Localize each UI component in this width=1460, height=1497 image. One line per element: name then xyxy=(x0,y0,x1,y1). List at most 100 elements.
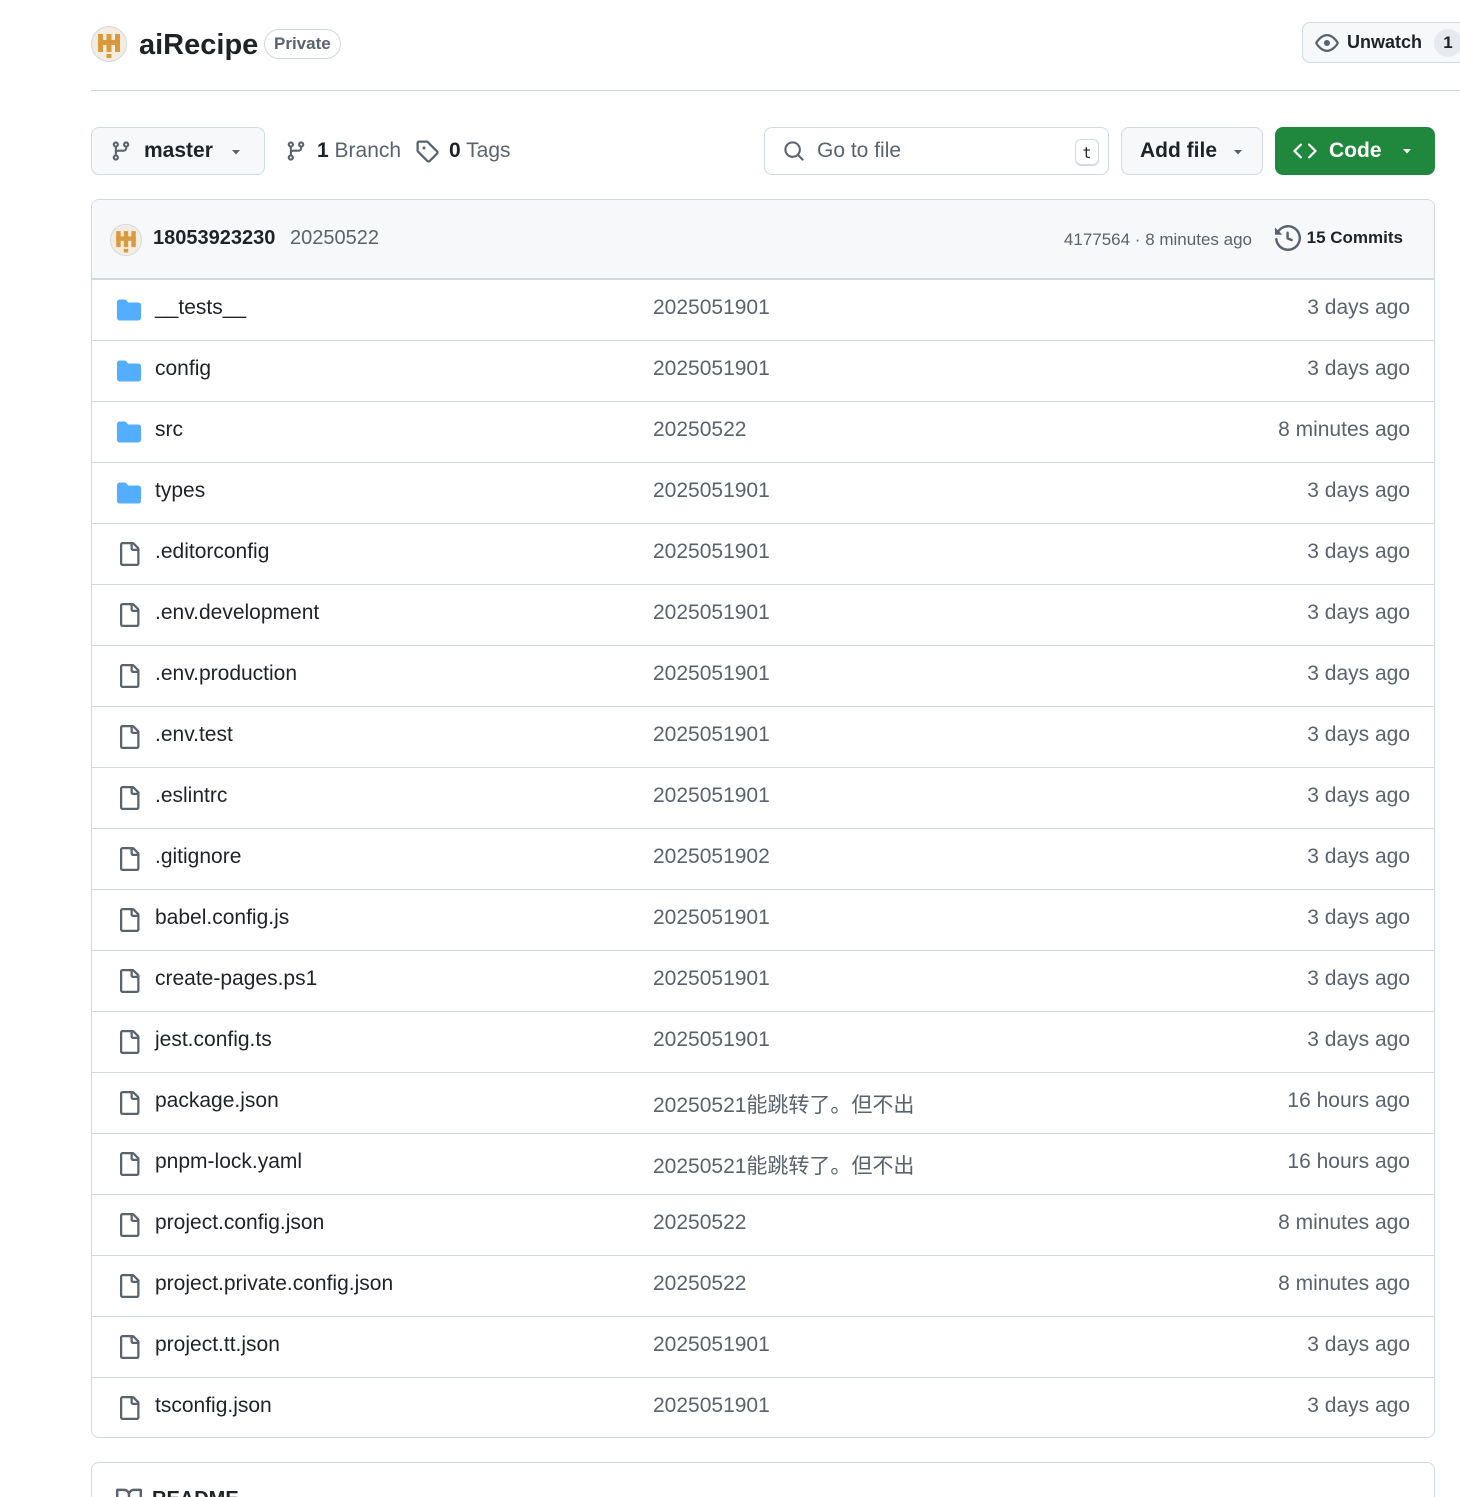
file-name-link[interactable]: .env.development xyxy=(155,601,319,625)
file-commit-message[interactable]: 2025051901 xyxy=(653,662,770,686)
file-commit-time: 3 days ago xyxy=(1307,357,1410,380)
file-commit-message[interactable]: 2025051901 xyxy=(653,967,770,991)
file-commit-message[interactable]: 2025051901 xyxy=(653,479,770,503)
file-commit-message[interactable]: 20250521能跳转了。但不出 xyxy=(653,1089,914,1119)
file-row[interactable]: pnpm-lock.yaml 20250521能跳转了。但不出 16 hours a… xyxy=(92,1133,1434,1194)
code-label: Code xyxy=(1329,139,1382,162)
readme-label[interactable]: README xyxy=(152,1488,239,1497)
file-commit-time: 3 days ago xyxy=(1307,967,1410,990)
file-row[interactable]: __tests__ 2025051901 3 days ago xyxy=(92,279,1434,340)
file-row[interactable]: src 20250522 8 minutes ago xyxy=(92,401,1434,462)
file-row[interactable]: tsconfig.json 2025051901 3 days ago xyxy=(92,1377,1434,1437)
latest-commit-bar: 18053923230 20250522 4177564 · 8 minutes… xyxy=(92,200,1434,279)
file-row[interactable]: create-pages.ps1 2025051901 3 days ago xyxy=(92,950,1434,1011)
file-name-link[interactable]: pnpm-lock.yaml xyxy=(155,1150,302,1174)
file-name-link[interactable]: babel.config.js xyxy=(155,906,289,930)
file-icon xyxy=(116,786,142,810)
file-commit-time: 3 days ago xyxy=(1307,845,1410,868)
file-name-link[interactable]: tsconfig.json xyxy=(155,1394,272,1418)
file-commit-message[interactable]: 2025051901 xyxy=(653,296,770,320)
file-name-link[interactable]: project.config.json xyxy=(155,1211,324,1235)
eye-icon xyxy=(1315,33,1339,52)
file-commit-message[interactable]: 2025051901 xyxy=(653,357,770,381)
unwatch-button[interactable]: Unwatch 1 xyxy=(1302,22,1460,63)
file-commit-message[interactable]: 20250522 xyxy=(653,1211,746,1235)
file-name-link[interactable]: project.tt.json xyxy=(155,1333,280,1357)
watch-count: 1 xyxy=(1434,28,1460,57)
file-commit-message[interactable]: 2025051901 xyxy=(653,601,770,625)
author-avatar[interactable] xyxy=(110,224,142,256)
caret-down-icon xyxy=(1234,150,1242,155)
file-commit-message[interactable]: 20250522 xyxy=(653,418,746,442)
file-icon xyxy=(116,1396,142,1420)
code-button[interactable]: Code xyxy=(1275,127,1435,175)
branch-select-button[interactable]: master xyxy=(91,127,265,175)
visibility-badge: Private xyxy=(264,29,341,59)
file-icon xyxy=(116,1213,142,1237)
file-row[interactable]: .env.test 2025051901 3 days ago xyxy=(92,706,1434,767)
file-row[interactable]: babel.config.js 2025051901 3 days ago xyxy=(92,889,1434,950)
file-name-link[interactable]: .gitignore xyxy=(155,845,241,869)
add-file-button[interactable]: Add file xyxy=(1121,127,1263,175)
file-name-link[interactable]: src xyxy=(155,418,183,442)
file-name-link[interactable]: .env.test xyxy=(155,723,233,747)
file-row[interactable]: .env.development 2025051901 3 days ago xyxy=(92,584,1434,645)
commit-author[interactable]: 18053923230 xyxy=(153,227,275,250)
file-row[interactable]: package.json 20250521能跳转了。但不出 16 hours ago xyxy=(92,1072,1434,1133)
git-branch-icon xyxy=(287,141,305,161)
file-row[interactable]: config 2025051901 3 days ago xyxy=(92,340,1434,401)
file-commit-message[interactable]: 20250522 xyxy=(653,1272,746,1296)
repo-name[interactable]: aiRecipe xyxy=(139,26,258,64)
commit-message[interactable]: 20250522 xyxy=(290,227,379,250)
file-row[interactable]: .eslintrc 2025051901 3 days ago xyxy=(92,767,1434,828)
file-name-link[interactable]: types xyxy=(155,479,205,503)
file-name-link[interactable]: create-pages.ps1 xyxy=(155,967,317,991)
file-name-link[interactable]: jest.config.ts xyxy=(155,1028,272,1052)
branch-count: 1 xyxy=(317,139,329,162)
file-commit-time: 3 days ago xyxy=(1307,906,1410,929)
file-row[interactable]: project.tt.json 2025051901 3 days ago xyxy=(92,1316,1434,1377)
file-name-link[interactable]: package.json xyxy=(155,1089,279,1113)
file-row[interactable]: .gitignore 2025051902 3 days ago xyxy=(92,828,1434,889)
tag-word: Tags xyxy=(466,139,511,162)
file-name-link[interactable]: .eslintrc xyxy=(155,784,227,808)
file-name-link[interactable]: __tests__ xyxy=(155,296,246,320)
file-commit-message[interactable]: 2025051902 xyxy=(653,845,770,869)
file-commit-message[interactable]: 2025051901 xyxy=(653,1394,770,1418)
file-name-link[interactable]: .editorconfig xyxy=(155,540,269,564)
commit-hash-time[interactable]: 4177564 · 8 minutes ago xyxy=(1064,230,1252,250)
file-icon xyxy=(116,1030,142,1054)
file-commit-time: 8 minutes ago xyxy=(1278,1272,1410,1295)
book-icon xyxy=(116,1488,142,1497)
file-commit-message[interactable]: 2025051901 xyxy=(653,906,770,930)
file-commit-message[interactable]: 2025051901 xyxy=(653,784,770,808)
file-row[interactable]: jest.config.ts 2025051901 3 days ago xyxy=(92,1011,1434,1072)
file-commit-message[interactable]: 2025051901 xyxy=(653,1333,770,1357)
go-to-file-input[interactable] xyxy=(817,139,1057,163)
file-commit-time: 3 days ago xyxy=(1307,1333,1410,1356)
file-name-link[interactable]: project.private.config.json xyxy=(155,1272,393,1296)
go-to-file-search[interactable]: t xyxy=(764,127,1109,175)
file-row[interactable]: .editorconfig 2025051901 3 days ago xyxy=(92,523,1434,584)
branches-link[interactable]: 1 Branch xyxy=(285,127,401,175)
file-commit-message[interactable]: 2025051901 xyxy=(653,540,770,564)
file-commit-time: 8 minutes ago xyxy=(1278,418,1410,441)
tags-link[interactable]: 0 Tags xyxy=(415,127,511,175)
file-name-link[interactable]: .env.production xyxy=(155,662,297,686)
file-commit-message[interactable]: 20250521能跳转了。但不出 xyxy=(653,1150,914,1180)
file-commit-time: 3 days ago xyxy=(1307,479,1410,502)
file-icon xyxy=(116,603,142,627)
commits-history-link[interactable]: 15 Commits xyxy=(1274,225,1403,251)
file-commit-message[interactable]: 2025051901 xyxy=(653,1028,770,1052)
repo-avatar[interactable] xyxy=(91,26,127,62)
file-name-link[interactable]: config xyxy=(155,357,211,381)
file-row[interactable]: project.private.config.json 20250522 8 min… xyxy=(92,1255,1434,1316)
file-commit-time: 3 days ago xyxy=(1307,662,1410,685)
file-row[interactable]: project.config.json 20250522 8 minutes ago xyxy=(92,1194,1434,1255)
folder-icon xyxy=(116,420,142,444)
file-icon xyxy=(116,1335,142,1359)
file-row[interactable]: types 2025051901 3 days ago xyxy=(92,462,1434,523)
branch-word: Branch xyxy=(334,139,402,162)
file-row[interactable]: .env.production 2025051901 3 days ago xyxy=(92,645,1434,706)
file-commit-message[interactable]: 2025051901 xyxy=(653,723,770,747)
